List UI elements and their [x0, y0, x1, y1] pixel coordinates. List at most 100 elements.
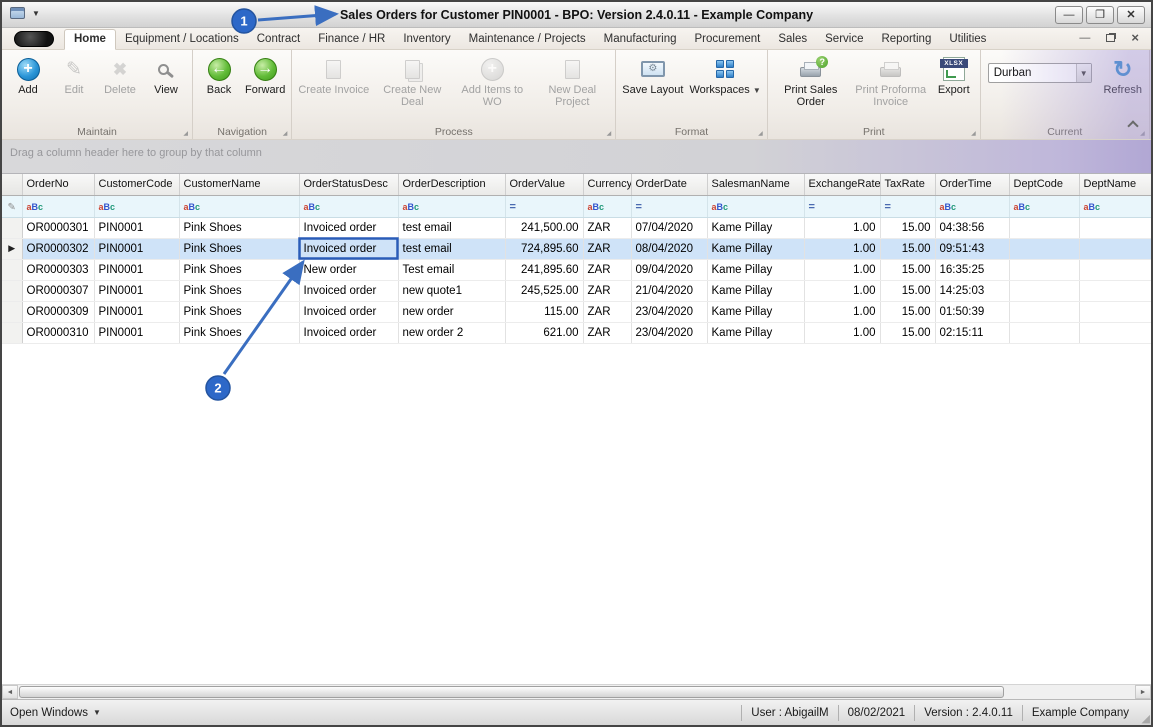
grid-row-or0000310[interactable]: OR0000310 PIN0001 Pink Shoes Invoiced order… — [2, 322, 1151, 344]
cell-ordervalue[interactable]: 115.00 — [505, 301, 584, 323]
filter-cell-taxrate[interactable]: = — [880, 195, 936, 218]
filter-abc-icon[interactable]: aBc — [712, 197, 729, 214]
cell-orderdescription[interactable]: test email — [398, 217, 506, 239]
column-header-orderdescription[interactable]: OrderDescription — [398, 174, 506, 196]
grid-row-or0000303[interactable]: OR0000303 PIN0001 Pink Shoes New order Test … — [2, 259, 1151, 281]
cell-ordervalue[interactable]: 724,895.60 — [505, 238, 584, 260]
horizontal-scrollbar[interactable]: ◄ ► — [2, 684, 1151, 699]
cell-customername[interactable]: Pink Shoes — [179, 259, 300, 281]
column-header-deptcode[interactable]: DeptCode — [1009, 174, 1080, 196]
filter-abc-icon[interactable]: aBc — [184, 197, 201, 214]
cell-currency[interactable]: ZAR — [583, 259, 632, 281]
cell-deptcode[interactable] — [1009, 301, 1080, 323]
cell-orderdescription[interactable]: new order — [398, 301, 506, 323]
filter-cell-currency[interactable]: aBc — [583, 195, 632, 218]
dialog-launcher-icon[interactable]: ◢ — [971, 130, 976, 137]
cell-currency[interactable]: ZAR — [583, 280, 632, 302]
cell-exchangerate[interactable]: 1.00 — [804, 259, 881, 281]
mdi-close-icon[interactable]: × — [1131, 31, 1139, 44]
cell-taxrate[interactable]: 15.00 — [880, 238, 936, 260]
cell-salesmanname[interactable]: Kame Pillay — [707, 280, 805, 302]
cell-ordervalue[interactable]: 241,500.00 — [505, 217, 584, 239]
cell-exchangerate[interactable]: 1.00 — [804, 301, 881, 323]
grid-row-or0000309[interactable]: OR0000309 PIN0001 Pink Shoes Invoiced order… — [2, 301, 1151, 323]
cell-orderno[interactable]: OR0000302 — [22, 238, 95, 260]
cell-orderstatusdesc[interactable]: Invoiced order — [299, 322, 399, 344]
save-layout-button[interactable]: ⚙ Save Layout — [619, 53, 686, 97]
tab-manufacturing[interactable]: Manufacturing — [595, 30, 686, 49]
column-header-deptname[interactable]: DeptName — [1079, 174, 1151, 196]
filter-abc-icon[interactable]: aBc — [940, 197, 957, 214]
branch-combobox[interactable]: Durban ▼ — [987, 63, 1092, 83]
cell-exchangerate[interactable]: 1.00 — [804, 238, 881, 260]
dialog-launcher-icon[interactable]: ◢ — [1140, 130, 1145, 137]
column-header-customercode[interactable]: CustomerCode — [94, 174, 180, 196]
cell-deptname[interactable] — [1079, 301, 1151, 323]
grid-row-or0000301[interactable]: OR0000301 PIN0001 Pink Shoes Invoiced order… — [2, 217, 1151, 239]
cell-ordervalue[interactable]: 621.00 — [505, 322, 584, 344]
cell-customername[interactable]: Pink Shoes — [179, 280, 300, 302]
cell-taxrate[interactable]: 15.00 — [880, 280, 936, 302]
chevron-down-icon[interactable]: ▼ — [32, 9, 40, 18]
cell-exchangerate[interactable]: 1.00 — [804, 280, 881, 302]
refresh-button[interactable]: ↻ Refresh — [1100, 53, 1146, 97]
cell-taxrate[interactable]: 15.00 — [880, 217, 936, 239]
filter-equals-icon[interactable]: = — [636, 201, 642, 213]
export-button[interactable]: XLSX Export — [931, 53, 977, 97]
back-button[interactable]: ← Back — [196, 53, 242, 97]
mdi-minimize-icon[interactable]: — — [1079, 32, 1090, 44]
cell-orderno[interactable]: OR0000309 — [22, 301, 95, 323]
filter-cell-exchangerate[interactable]: = — [804, 195, 881, 218]
cell-ordertime[interactable]: 04:38:56 — [935, 217, 1010, 239]
cell-customername[interactable]: Pink Shoes — [179, 217, 300, 239]
grid-row-or0000302[interactable]: ▶ OR0000302 PIN0001 Pink Shoes Invoiced orde… — [2, 238, 1151, 260]
tab-inventory[interactable]: Inventory — [394, 30, 459, 49]
column-header-ordervalue[interactable]: OrderValue — [505, 174, 584, 196]
dialog-launcher-icon[interactable]: ◢ — [607, 130, 612, 137]
filter-cell-customercode[interactable]: aBc — [94, 195, 180, 218]
cell-orderdate[interactable]: 23/04/2020 — [631, 301, 708, 323]
cell-orderdate[interactable]: 07/04/2020 — [631, 217, 708, 239]
cell-deptcode[interactable] — [1009, 217, 1080, 239]
cell-currency[interactable]: ZAR — [583, 301, 632, 323]
cell-orderdescription[interactable]: test email — [398, 238, 506, 260]
cell-customercode[interactable]: PIN0001 — [94, 238, 180, 260]
scrollbar-thumb[interactable] — [19, 686, 1004, 698]
filter-cell-deptcode[interactable]: aBc — [1009, 195, 1080, 218]
cell-orderstatusdesc[interactable]: Invoiced order — [299, 280, 399, 302]
cell-orderno[interactable]: OR0000303 — [22, 259, 95, 281]
cell-deptname[interactable] — [1079, 217, 1151, 239]
workspaces-button[interactable]: Workspaces ▼ — [686, 53, 763, 98]
cell-currency[interactable]: ZAR — [583, 238, 632, 260]
cell-customercode[interactable]: PIN0001 — [94, 301, 180, 323]
print-sales-order-button[interactable]: ? Print Sales Order — [771, 53, 851, 109]
cell-orderdate[interactable]: 23/04/2020 — [631, 322, 708, 344]
filter-cell-orderdate[interactable]: = — [631, 195, 708, 218]
cell-deptname[interactable] — [1079, 259, 1151, 281]
cell-orderdescription[interactable]: new quote1 — [398, 280, 506, 302]
cell-taxrate[interactable]: 15.00 — [880, 259, 936, 281]
cell-deptcode[interactable] — [1009, 259, 1080, 281]
cell-ordertime[interactable]: 09:51:43 — [935, 238, 1010, 260]
cell-deptname[interactable] — [1079, 322, 1151, 344]
column-header-orderno[interactable]: OrderNo — [22, 174, 95, 196]
minimize-button[interactable]: — — [1055, 6, 1083, 24]
tab-finance-hr[interactable]: Finance / HR — [309, 30, 394, 49]
cell-deptname[interactable] — [1079, 280, 1151, 302]
filter-cell-salesmanname[interactable]: aBc — [707, 195, 805, 218]
filter-equals-icon[interactable]: = — [809, 201, 815, 213]
scroll-left-icon[interactable]: ◄ — [2, 685, 18, 699]
tab-maintenance-projects[interactable]: Maintenance / Projects — [460, 30, 595, 49]
cell-orderno[interactable]: OR0000307 — [22, 280, 95, 302]
cell-customername[interactable]: Pink Shoes — [179, 301, 300, 323]
cell-orderdescription[interactable]: new order 2 — [398, 322, 506, 344]
column-header-orderdate[interactable]: OrderDate — [631, 174, 708, 196]
tab-procurement[interactable]: Procurement — [686, 30, 770, 49]
column-header-ordertime[interactable]: OrderTime — [935, 174, 1010, 196]
cell-orderno[interactable]: OR0000301 — [22, 217, 95, 239]
cell-ordertime[interactable]: 01:50:39 — [935, 301, 1010, 323]
cell-salesmanname[interactable]: Kame Pillay — [707, 322, 805, 344]
cell-orderstatusdesc[interactable]: Invoiced order — [299, 301, 399, 323]
filter-abc-icon[interactable]: aBc — [27, 197, 44, 214]
cell-orderstatusdesc[interactable]: Invoiced order — [299, 217, 399, 239]
